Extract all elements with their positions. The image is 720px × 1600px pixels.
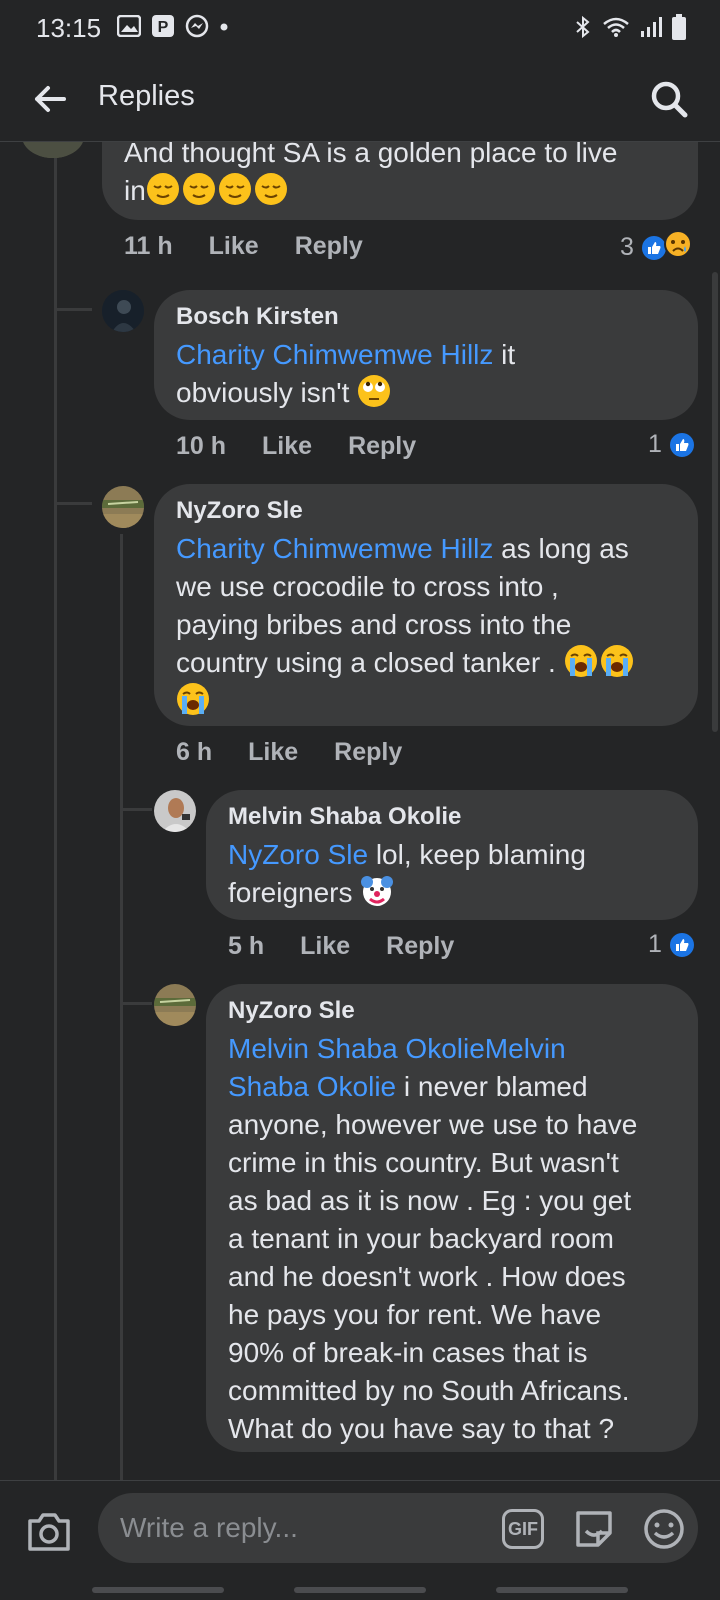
smiley-icon [644, 1509, 684, 1549]
avatar[interactable] [154, 790, 196, 832]
sad-reaction-icon [663, 230, 692, 265]
reaction-summary[interactable]: 3 [620, 230, 692, 265]
eye-roll-face-icon [357, 374, 391, 408]
mention-link[interactable]: Charity Chimwemwe Hillz [176, 533, 493, 564]
thread-connector [120, 808, 152, 811]
reply-link[interactable]: Reply [334, 738, 402, 767]
comment-author[interactable]: Bosch Kirsten [176, 302, 676, 332]
reply-composer: GIF [0, 1480, 720, 1584]
comment-text: Charity Chimwemwe Hillz it obviously isn… [176, 339, 516, 408]
scrollbar[interactable] [712, 272, 718, 732]
back-arrow-icon [35, 86, 66, 112]
reaction-summary[interactable]: 1 [648, 430, 696, 459]
loudly-crying-face-icon [564, 644, 598, 678]
comment-bubble: Melvin Shaba Okolie NyZoro Sle lol, keep… [206, 790, 698, 920]
avatar[interactable] [102, 486, 144, 528]
search-button[interactable] [640, 70, 698, 128]
comment-time: 10 h [176, 432, 227, 460]
reply-link[interactable]: Reply [295, 232, 363, 261]
thread-line [54, 142, 57, 1480]
comment-bubble: And thought SA is a golden place to live… [102, 142, 698, 220]
like-reaction-icon [667, 930, 696, 959]
back-button[interactable] [20, 69, 80, 129]
status-bar: 13:15 P [0, 0, 720, 56]
comment-thread: And thought SA is a golden place to live… [0, 142, 720, 1480]
reaction-count: 1 [648, 930, 662, 958]
comment-author[interactable]: NyZoro Sle [228, 996, 676, 1026]
reaction-count: 1 [648, 430, 662, 458]
mention-link[interactable]: Melvin Shaba OkolieMelvin [228, 1033, 566, 1064]
like-link[interactable]: Like [209, 232, 259, 261]
nav-home[interactable] [294, 1587, 426, 1593]
sticker-icon [576, 1511, 612, 1547]
comment-bubble: NyZoro Sle Melvin Shaba OkolieMelvin Sha… [206, 984, 698, 1452]
page-title: Replies [98, 80, 195, 112]
comment-meta: 6 h Like Reply [176, 738, 402, 767]
mention-link[interactable]: Charity Chimwemwe Hillz [176, 339, 493, 370]
comment-bubble: Bosch Kirsten Charity Chimwemwe Hillz it… [154, 290, 698, 420]
battery-icon [672, 14, 686, 45]
comment-text: And thought SA is a golden place to live… [124, 142, 618, 206]
signal-icon [640, 16, 662, 43]
comment-text: NyZoro Sle lol, keep blaming foreigners [228, 839, 586, 908]
relieved-face-icon [146, 172, 180, 206]
messenger-icon [185, 14, 209, 43]
nav-back[interactable] [496, 1587, 628, 1593]
search-icon [651, 81, 688, 118]
like-link[interactable]: Like [248, 738, 298, 767]
comment-bubble: NyZoro Sle Charity Chimwemwe Hillz as lo… [154, 484, 698, 726]
like-link[interactable]: Like [262, 432, 312, 461]
wifi-icon [602, 16, 630, 43]
comment-time: 5 h [228, 932, 265, 960]
mention-link[interactable]: NyZoro Sle [228, 839, 368, 870]
svg-text:P: P [158, 19, 169, 36]
comment-meta: 11 h Like Reply [124, 232, 363, 261]
comment-author[interactable]: Melvin Shaba Okolie [228, 802, 676, 832]
bluetooth-icon [574, 15, 592, 44]
loudly-crying-face-icon [600, 644, 634, 678]
thread-connector [120, 1002, 152, 1005]
mention-link[interactable]: Shaba Okolie [228, 1071, 396, 1102]
gif-button[interactable]: GIF [502, 1509, 544, 1549]
image-icon [116, 14, 142, 42]
comment-author[interactable]: NyZoro Sle [176, 496, 676, 526]
comment-time: 11 h [124, 232, 173, 260]
nav-recents[interactable] [92, 1587, 224, 1593]
comment-meta: 10 h Like Reply [176, 432, 416, 461]
dot-icon [219, 19, 229, 37]
avatar[interactable] [154, 984, 196, 1026]
like-link[interactable]: Like [300, 932, 350, 961]
comment-text: Melvin Shaba OkolieMelvin Shaba Okolie i… [228, 1033, 638, 1444]
parking-icon: P [151, 14, 175, 43]
emoji-button[interactable] [642, 1507, 686, 1551]
camera-button[interactable] [26, 1511, 72, 1553]
avatar[interactable] [102, 290, 144, 332]
reaction-summary[interactable]: 1 [648, 930, 696, 959]
comment-time: 6 h [176, 738, 213, 766]
reply-link[interactable]: Reply [386, 932, 454, 961]
sticker-button[interactable] [572, 1507, 616, 1551]
status-time: 13:15 [36, 12, 102, 43]
system-nav-bar [0, 1584, 720, 1600]
comment-text: Charity Chimwemwe Hillz as long as we us… [176, 530, 676, 720]
camera-icon [28, 1513, 70, 1551]
comment-meta: 5 h Like Reply [228, 932, 454, 961]
clown-face-icon [360, 874, 394, 908]
thread-line [120, 534, 123, 1480]
relieved-face-icon [218, 172, 252, 206]
avatar[interactable] [22, 142, 84, 158]
thread-connector [54, 502, 92, 505]
like-reaction-icon [667, 430, 696, 459]
relieved-face-icon [254, 172, 288, 206]
app-bar: Replies [0, 56, 720, 142]
loudly-crying-face-icon [176, 682, 210, 716]
relieved-face-icon [182, 172, 216, 206]
thread-connector [54, 308, 92, 311]
reply-link[interactable]: Reply [348, 432, 416, 461]
reaction-count: 3 [620, 233, 634, 261]
